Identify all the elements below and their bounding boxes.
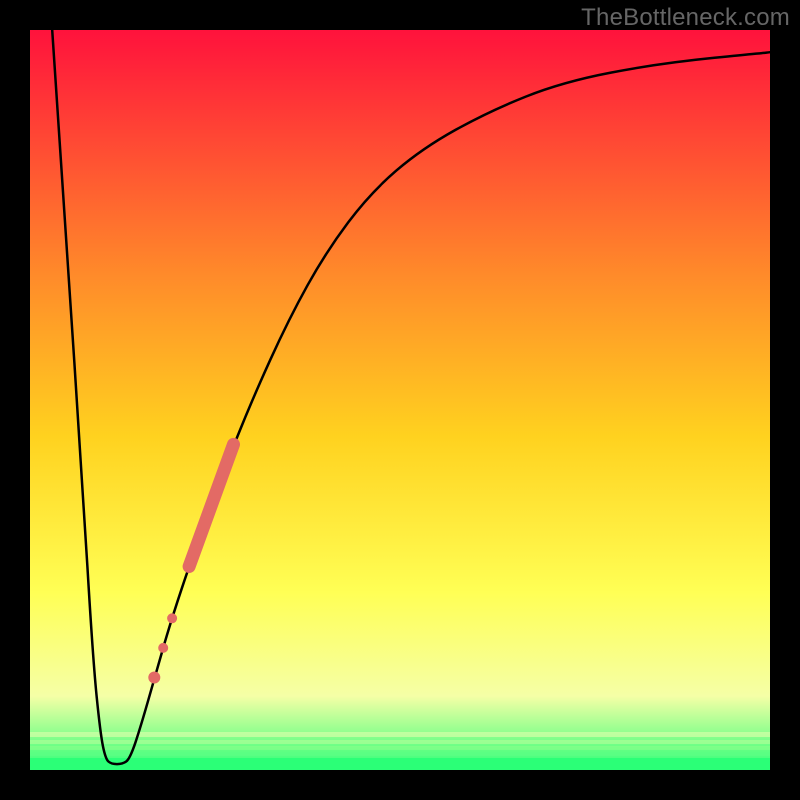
watermark-text: TheBottleneck.com <box>581 4 790 32</box>
data-point <box>148 672 160 684</box>
chart-frame: TheBottleneck.com <box>0 0 800 800</box>
data-point <box>167 613 177 623</box>
data-point <box>158 643 168 653</box>
plot-area <box>30 30 770 770</box>
data-points-layer <box>30 30 770 770</box>
